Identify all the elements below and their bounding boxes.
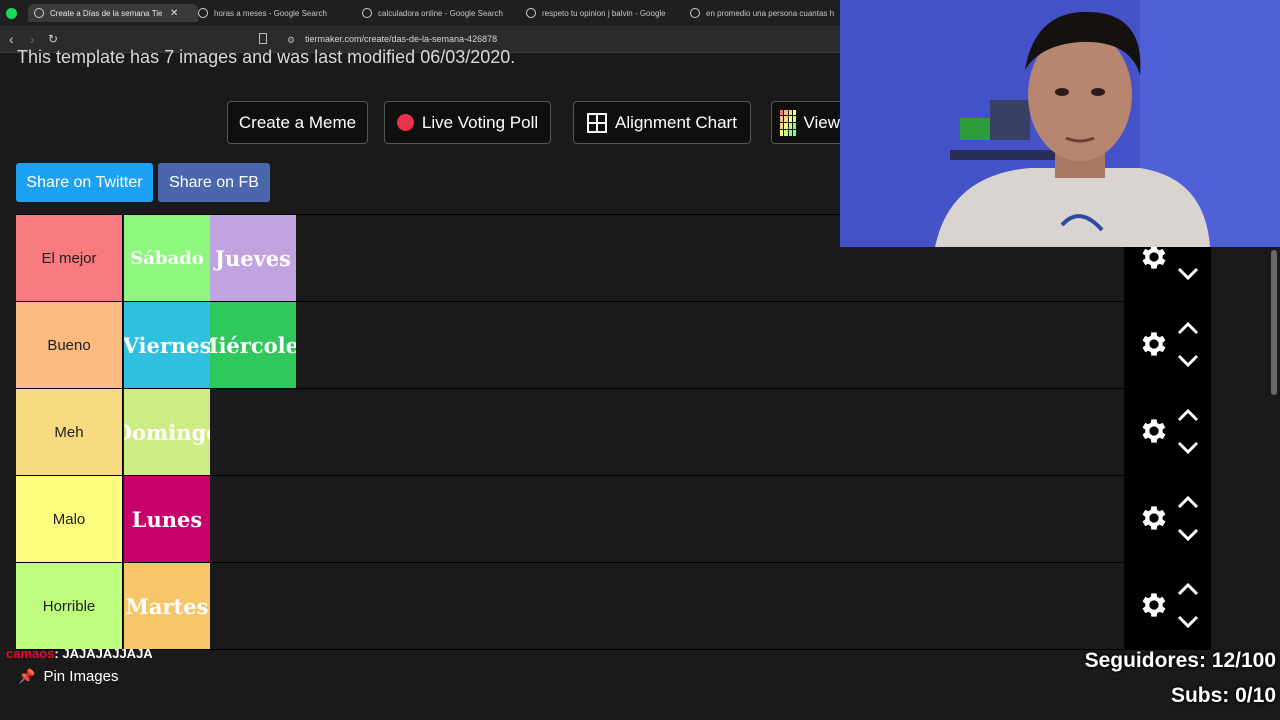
tier-label[interactable]: El mejor: [16, 215, 123, 301]
tier-item-tile[interactable]: Lunes: [124, 476, 210, 562]
tier-items: ViernesMiércoles: [124, 302, 296, 388]
reload-icon[interactable]: ↻: [48, 32, 58, 46]
gear-icon[interactable]: [1138, 589, 1170, 621]
live-voting-poll-label: Live Voting Poll: [421, 112, 539, 132]
tier-controls: [1124, 389, 1211, 475]
tab-label: en promedio una persona cuantas h: [706, 8, 835, 18]
move-down-icon[interactable]: [1176, 267, 1200, 281]
tab-google-search-1[interactable]: horas a meses - Google Search: [198, 4, 348, 22]
tier-item-tile[interactable]: Domingo: [124, 389, 210, 475]
move-up-icon[interactable]: [1176, 582, 1200, 596]
move-down-icon[interactable]: [1176, 528, 1200, 542]
grid-icon: [587, 112, 608, 133]
pin-images-label: Pin Images: [43, 668, 119, 685]
bookmark-icon[interactable]: [259, 33, 267, 44]
view-button[interactable]: View: [771, 101, 840, 144]
followers-counter: Seguidores: 12/100: [1084, 649, 1276, 672]
spotify-icon[interactable]: [6, 8, 17, 19]
tab-google-search-4[interactable]: en promedio una persona cuantas h: [690, 4, 838, 22]
move-up-icon[interactable]: [1176, 321, 1200, 335]
scrollbar[interactable]: [1271, 250, 1277, 395]
tier-items: Lunes: [124, 476, 210, 562]
tier-item-tile[interactable]: Miércoles: [210, 302, 296, 388]
forward-icon[interactable]: ›: [30, 31, 35, 47]
tier-item-tile[interactable]: Sábado: [124, 215, 210, 301]
tier-label[interactable]: Horrible: [16, 563, 123, 649]
move-down-icon[interactable]: [1176, 441, 1200, 455]
streamer-photo: [840, 0, 1280, 247]
pin-images-toggle[interactable]: 📌 Pin Images: [18, 668, 118, 685]
close-tab-icon[interactable]: ✕: [170, 8, 178, 19]
tier-items: Domingo: [124, 389, 210, 475]
tier-items: Martes: [124, 563, 210, 649]
chat-username: camaos: [6, 646, 55, 661]
tier-row: BuenoViernesMiércoles: [16, 301, 1211, 388]
tier-controls: [1124, 476, 1211, 562]
tier-item-tile[interactable]: Jueves: [210, 215, 296, 301]
pin-icon: 📌: [18, 668, 36, 684]
tab-label: calculadora online - Google Search: [378, 8, 503, 18]
share-twitter-button[interactable]: Share on Twitter: [16, 163, 153, 202]
live-voting-poll-button[interactable]: Live Voting Poll: [384, 101, 551, 144]
gear-icon[interactable]: [1138, 328, 1170, 360]
tier-controls: [1124, 563, 1211, 649]
tab-favicon-icon: [34, 8, 44, 18]
chat-message: camaos: JAJAJAJJAJA: [6, 646, 153, 661]
gear-icon[interactable]: [1138, 415, 1170, 447]
tier-controls: [1124, 302, 1211, 388]
site-info-icon[interactable]: ⚙: [287, 35, 295, 46]
url-field[interactable]: tiermaker.com/create/das-de-la-semana-42…: [305, 34, 497, 44]
tier-row: MehDomingo: [16, 388, 1211, 475]
tab-google-search-3[interactable]: respeto tu opinion j balvin - Google: [526, 4, 671, 22]
move-up-icon[interactable]: [1176, 495, 1200, 509]
live-dot-icon: [396, 114, 414, 131]
view-label: View: [803, 112, 840, 132]
move-up-icon[interactable]: [1176, 408, 1200, 422]
google-icon: [690, 8, 700, 18]
create-meme-label: Create a Meme: [238, 112, 357, 132]
tier-item-tile[interactable]: Martes: [124, 563, 210, 649]
alignment-chart-label: Alignment Chart: [615, 112, 737, 132]
tab-label: Create a Días de la semana Tier: [50, 8, 162, 18]
tier-items: Sábado Jueves: [124, 215, 296, 301]
gear-icon[interactable]: [1138, 502, 1170, 534]
tier-label[interactable]: Bueno: [16, 302, 123, 388]
tab-google-search-2[interactable]: calculadora online - Google Search: [362, 4, 512, 22]
back-icon[interactable]: ‹: [9, 31, 14, 47]
google-icon: [526, 8, 536, 18]
share-fb-button[interactable]: Share on FB: [158, 163, 270, 202]
template-info: This template has 7 images and was last …: [17, 47, 516, 67]
tier-list: El mejorSábadoJuevesBuenoViernesMiércole…: [16, 214, 1211, 650]
tier-label[interactable]: Malo: [16, 476, 123, 562]
subs-counter: Subs: 0/10: [1170, 684, 1276, 707]
google-icon: [362, 8, 372, 18]
tab-label: respeto tu opinion j balvin - Google: [542, 8, 666, 18]
move-down-icon[interactable]: [1176, 615, 1200, 629]
tier-row: Horrible Martes: [16, 562, 1211, 650]
tier-row: Malo Lunes: [16, 475, 1211, 562]
tier-item-tile[interactable]: Viernes: [124, 302, 210, 388]
tab-tiermaker[interactable]: Create a Días de la semana Tier ✕: [28, 4, 198, 22]
alignment-chart-button[interactable]: Alignment Chart: [573, 101, 751, 144]
tier-label[interactable]: Meh: [16, 389, 123, 475]
webcam-overlay: [840, 0, 1280, 247]
color-grid-icon: [780, 109, 797, 136]
google-icon: [198, 8, 208, 18]
move-down-icon[interactable]: [1176, 354, 1200, 368]
tab-label: horas a meses - Google Search: [214, 8, 327, 18]
browser-tab-bar: Create a Días de la semana Tier ✕ horas …: [0, 0, 840, 26]
create-meme-button[interactable]: Create a Meme: [227, 101, 368, 144]
chat-text: : JAJAJAJJAJA: [54, 646, 153, 661]
